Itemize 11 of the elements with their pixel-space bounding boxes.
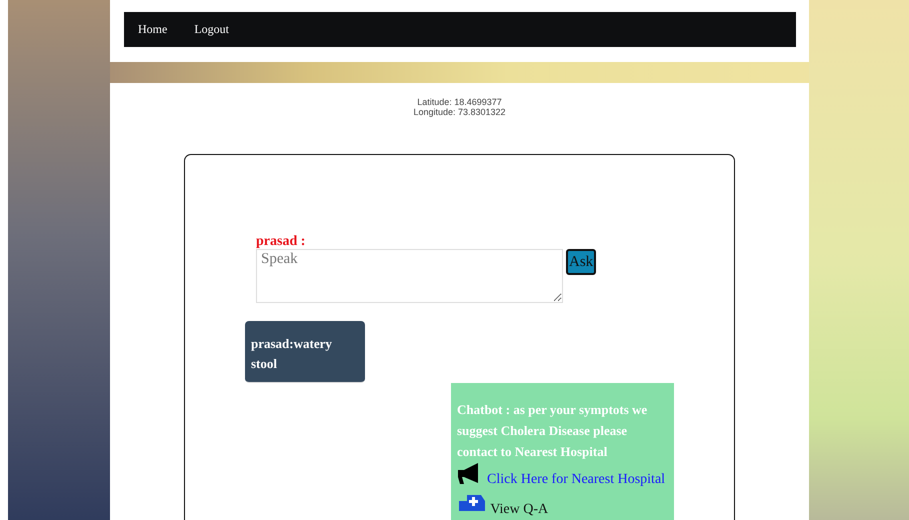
message-field[interactable]: Speak	[256, 249, 563, 303]
user-message: prasad:watery stool	[245, 321, 365, 383]
nav-link[interactable]: Home	[138, 22, 168, 37]
hospital-link[interactable]: Click Here for Nearest Hospital	[487, 472, 666, 487]
longitude-text: Longitude: 73.8301322	[413, 107, 506, 117]
bot-message: Chatbot : as per your symptots we suggest Cholera Disease please contact to Nearest Hospital	[457, 401, 648, 461]
nav-link[interactable]: Logout	[194, 22, 229, 37]
qa-link[interactable]: View Q-A	[490, 502, 548, 517]
user-label: prasad :	[256, 235, 306, 249]
latitude-text: Latitude: 18.4699377	[417, 97, 502, 107]
ask-button[interactable]: Ask	[566, 249, 596, 275]
